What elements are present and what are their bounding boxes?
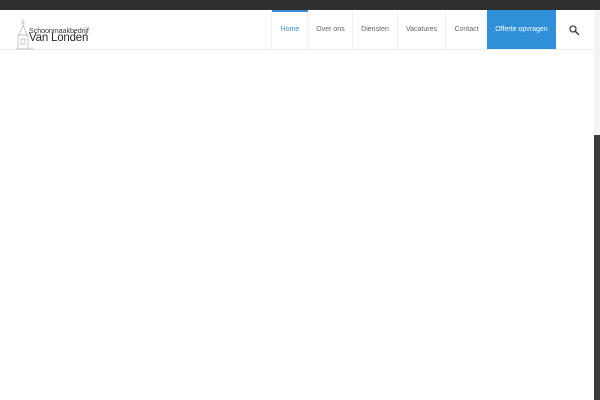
logo-line-2: Van Londen [29, 32, 89, 44]
search-icon[interactable] [568, 24, 580, 36]
scrollbar-thumb[interactable] [594, 135, 600, 400]
main-content [0, 50, 594, 400]
nav-item-contact[interactable]: Contact [445, 10, 487, 49]
site-header: Schoonmaakbedrijf Van Londen Home Over o… [0, 10, 600, 50]
nav-item-diensten[interactable]: Diensten [352, 10, 397, 49]
nav-item-vacatures[interactable]: Vacatures [397, 10, 445, 49]
main-navigation: Home Over ons Diensten Vacatures Contact… [271, 10, 556, 49]
offerte-opvragen-button[interactable]: Offerte opvragen [487, 10, 556, 49]
site-logo[interactable]: Schoonmaakbedrijf Van Londen [15, 17, 105, 51]
nav-item-home[interactable]: Home [271, 10, 308, 49]
top-bar [0, 0, 600, 10]
nav-item-over-ons[interactable]: Over ons [308, 10, 352, 49]
